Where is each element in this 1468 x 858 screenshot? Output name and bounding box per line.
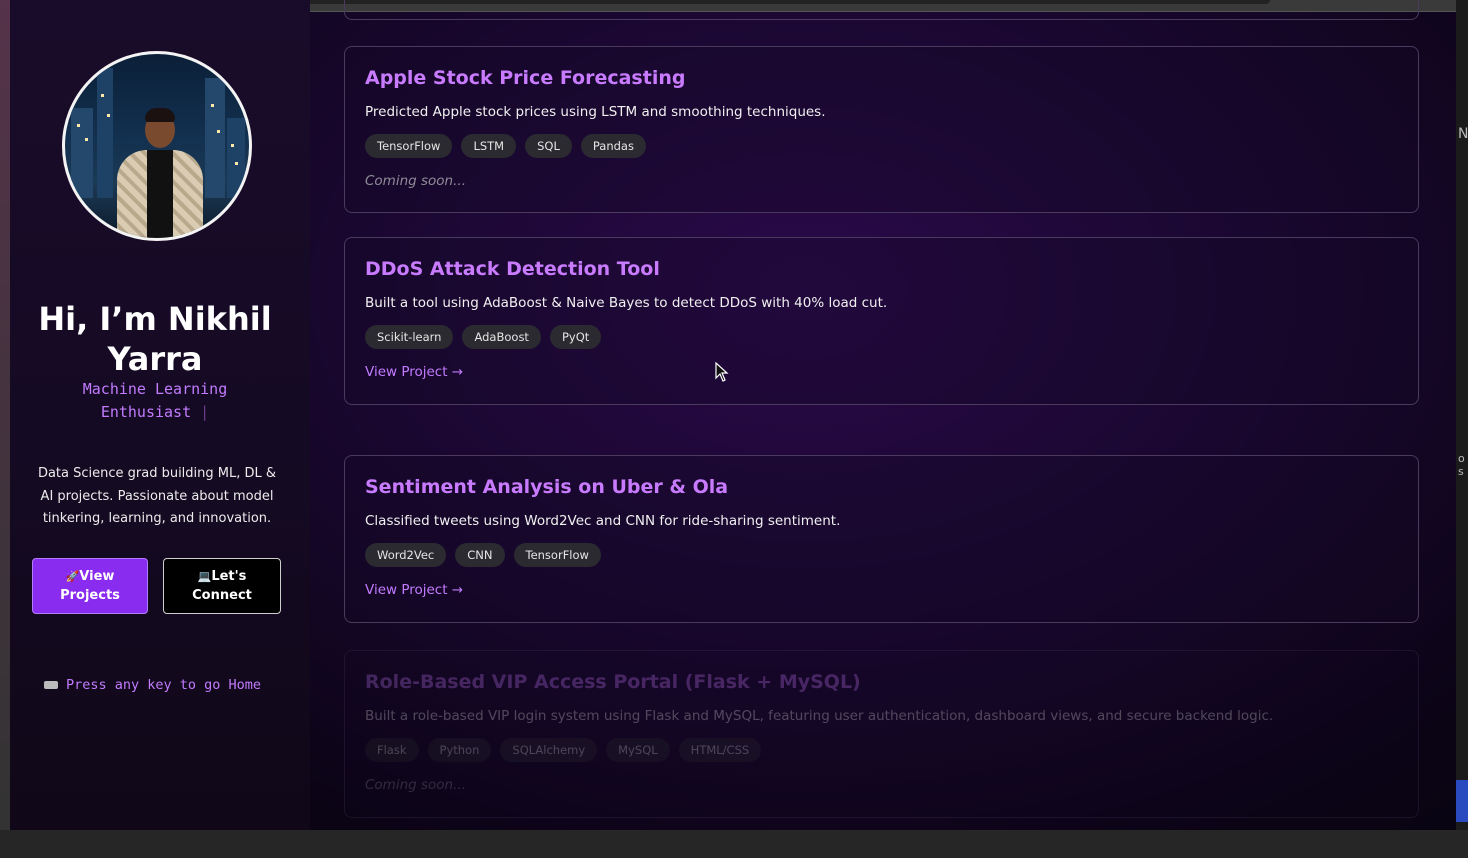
project-title: Apple Stock Price Forecasting <box>365 67 686 89</box>
project-card-sentiment: Sentiment Analysis on Uber & Ola Classif… <box>344 455 1419 623</box>
project-title: Sentiment Analysis on Uber & Ola <box>365 476 729 498</box>
rocket-icon: 🚀 <box>65 570 80 583</box>
tech-tag: Flask <box>365 738 419 762</box>
tech-tags: Scikit-learn AdaBoost PyQt <box>365 325 602 349</box>
project-description: Built a tool using AdaBoost & Naive Baye… <box>365 295 888 311</box>
project-card-apple-stock: Apple Stock Price Forecasting Predicted … <box>344 46 1419 213</box>
keyboard-icon <box>44 681 58 689</box>
edge-text: NI <box>1458 126 1468 142</box>
tech-tag: LSTM <box>461 134 517 158</box>
tech-tag: SQLAlchemy <box>500 738 598 762</box>
mouse-pointer-icon <box>715 362 729 382</box>
adjacent-window-highlight <box>1456 780 1468 822</box>
tech-tag: MySQL <box>606 738 670 762</box>
portfolio-page: Hi, I’m Nikhil Yarra Machine Learning En… <box>10 0 1456 830</box>
tech-tags: Flask Python SQLAlchemy MySQL HTML/CSS <box>365 738 762 762</box>
tech-tag: Scikit-learn <box>365 325 454 349</box>
tech-tag: Pandas <box>580 134 646 158</box>
project-card-vip-portal: Role-Based VIP Access Portal (Flask + My… <box>344 650 1419 818</box>
tech-tag: SQL <box>525 134 572 158</box>
view-projects-button[interactable]: 🚀View Projects <box>32 558 148 614</box>
role-line-1: Machine Learning <box>82 380 228 398</box>
project-title: Role-Based VIP Access Portal (Flask + My… <box>365 671 861 693</box>
greeting-heading: Hi, I’m Nikhil Yarra <box>38 300 272 379</box>
taskbar <box>0 830 1468 858</box>
tech-tag: Word2Vec <box>365 543 447 567</box>
edge-text: o s <box>1458 452 1465 478</box>
profile-sidebar: Hi, I’m Nikhil Yarra Machine Learning En… <box>10 0 310 830</box>
project-card-ddos: DDoS Attack Detection Tool Built a tool … <box>344 237 1419 405</box>
project-description: Classified tweets using Word2Vec and CNN… <box>365 513 841 529</box>
tech-tag: PyQt <box>549 325 602 349</box>
view-project-link[interactable]: View Project → <box>365 582 463 598</box>
role-line-2: Enthusiast <box>100 403 192 421</box>
tech-tag: Python <box>427 738 492 762</box>
role-typing-text: Machine Learning Enthusiast | <box>30 378 280 424</box>
tech-tags: TensorFlow LSTM SQL Pandas <box>365 134 646 158</box>
tech-tag: HTML/CSS <box>678 738 762 762</box>
tech-tags: Word2Vec CNN TensorFlow <box>365 543 601 567</box>
project-description: Predicted Apple stock prices using LSTM … <box>365 104 826 120</box>
tech-tag: TensorFlow <box>365 134 453 158</box>
project-description: Built a role-based VIP login system usin… <box>365 708 1274 724</box>
typing-cursor: | <box>200 403 210 421</box>
window-left-edge <box>0 0 10 830</box>
laptop-icon: 💻 <box>197 570 212 583</box>
previous-project-card-edge <box>344 0 1419 20</box>
tech-tag: TensorFlow <box>513 543 601 567</box>
adjacent-window-strip: NI o s <box>1456 0 1468 830</box>
coming-soon-label: Coming soon... <box>365 777 466 793</box>
view-project-link[interactable]: View Project → <box>365 364 463 380</box>
press-key-hint: Press any key to go Home <box>44 677 261 693</box>
lets-connect-button[interactable]: 💻Let's Connect <box>163 558 281 614</box>
project-title: DDoS Attack Detection Tool <box>365 258 660 280</box>
bio-text: Data Science grad building ML, DL & AI p… <box>37 466 277 526</box>
coming-soon-label: Coming soon... <box>365 173 466 189</box>
tech-tag: CNN <box>455 543 505 567</box>
avatar <box>62 51 252 241</box>
tech-tag: AdaBoost <box>462 325 541 349</box>
